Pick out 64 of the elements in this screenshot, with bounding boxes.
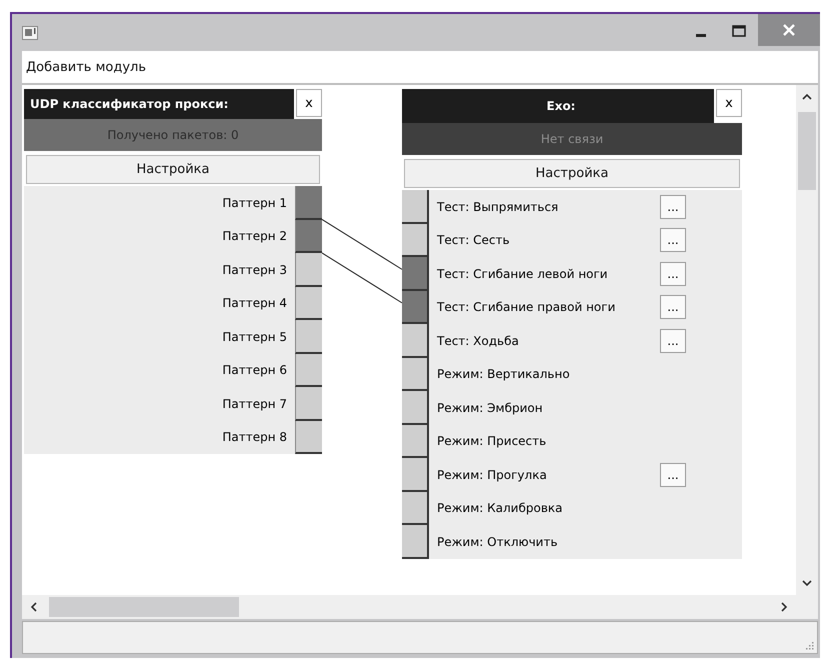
options-button[interactable]: ...: [660, 295, 686, 320]
app-icon: [22, 26, 38, 40]
close-node-button[interactable]: x: [296, 89, 322, 117]
options-button[interactable]: ...: [660, 262, 686, 286]
options-button[interactable]: ...: [660, 228, 686, 252]
port[interactable]: [402, 525, 429, 558]
settings-button[interactable]: Настройка: [26, 155, 320, 184]
port-label: Паттерн 5: [221, 330, 288, 344]
node-title: UDP классификатор прокси:: [24, 89, 294, 119]
port[interactable]: [295, 420, 322, 454]
minimize-icon: [696, 34, 706, 36]
port[interactable]: [295, 387, 322, 420]
close-node-button[interactable]: x: [716, 89, 742, 117]
close-icon: [782, 23, 796, 37]
port-label: Паттерн 1: [221, 196, 288, 210]
port[interactable]: [295, 186, 322, 220]
port-label: Паттерн 7: [221, 396, 288, 411]
port[interactable]: [402, 324, 429, 358]
port[interactable]: [402, 458, 429, 492]
options-button[interactable]: ...: [660, 462, 686, 487]
port[interactable]: [402, 358, 429, 391]
port[interactable]: [402, 224, 429, 257]
scroll-thumb[interactable]: [798, 112, 816, 190]
port[interactable]: [295, 286, 322, 320]
status-bar: Получено пакетов: 0: [24, 119, 322, 151]
vertical-scrollbar[interactable]: [796, 85, 818, 595]
port-label: Паттерн 4: [221, 296, 288, 310]
port-label: Тест: Сгибание левой ноги: [436, 266, 609, 281]
settings-button[interactable]: Настройка: [404, 159, 740, 188]
scroll-up-icon: [802, 93, 812, 100]
port[interactable]: [295, 253, 322, 286]
port-label: Режим: Калибровка: [436, 501, 564, 516]
port[interactable]: [402, 391, 429, 424]
port-label: Режим: Присесть: [436, 434, 548, 448]
port-label: Паттерн 8: [221, 430, 288, 444]
resize-grip-icon[interactable]: [805, 641, 814, 650]
status-bar: Нет связи: [402, 123, 742, 155]
port-label: Тест: Сесть: [436, 233, 511, 248]
port-label: Режим: Эмбрион: [436, 400, 544, 415]
port-label: Паттерн 6: [221, 363, 288, 378]
port-label: Паттерн 3: [221, 262, 288, 277]
scroll-left-icon: [30, 602, 37, 612]
node-title: Exo:: [402, 89, 714, 123]
scroll-right-icon: [781, 602, 788, 612]
port-label: Тест: Выпрямиться: [436, 200, 560, 214]
options-button[interactable]: ...: [660, 328, 686, 353]
menu-item[interactable]: Добавить модуль: [22, 56, 150, 78]
port[interactable]: [402, 424, 429, 458]
options-button[interactable]: ...: [660, 194, 686, 219]
port[interactable]: [295, 320, 322, 354]
port-label: Паттерн 2: [221, 229, 288, 244]
port[interactable]: [402, 190, 429, 224]
port[interactable]: [295, 220, 322, 253]
scroll-thumb[interactable]: [49, 597, 239, 617]
port-label: Режим: Отключить: [436, 534, 559, 549]
horizontal-scrollbar[interactable]: [22, 595, 796, 619]
scroll-down-icon: [802, 580, 812, 587]
port[interactable]: [295, 354, 322, 387]
port-label: Режим: Вертикально: [436, 367, 571, 382]
port-label: Тест: Ходьба: [436, 334, 520, 348]
port-label: Тест: Сгибание правой ноги: [436, 300, 616, 314]
port[interactable]: [402, 492, 429, 525]
port-label: Режим: Прогулка: [436, 468, 548, 482]
maximize-icon: [732, 25, 746, 37]
